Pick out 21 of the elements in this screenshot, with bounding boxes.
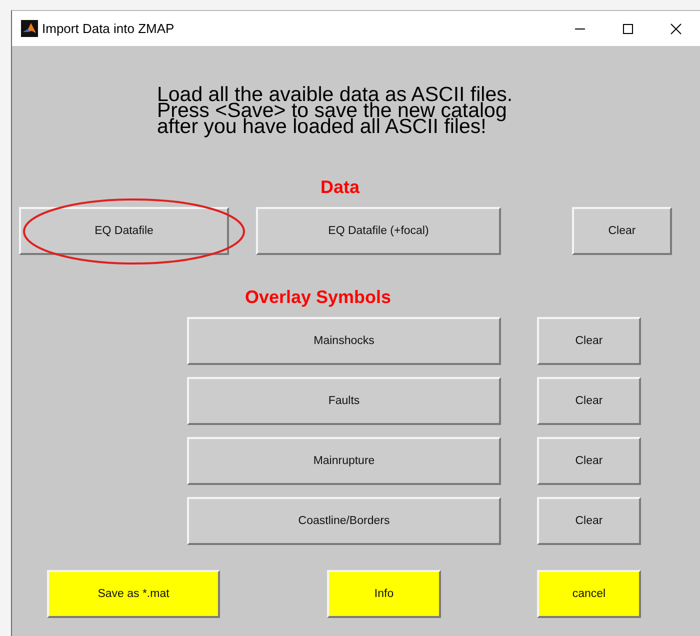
section-heading: Data xyxy=(319,177,361,198)
clear-button[interactable]: Clear xyxy=(572,207,672,255)
overlay-load-button[interactable]: Mainshocks xyxy=(187,317,501,365)
clear-button[interactable]: Clear xyxy=(537,317,641,365)
info-button[interactable]: Info xyxy=(327,570,441,618)
clear-button[interactable]: Clear xyxy=(537,377,641,425)
cancel-button[interactable]: cancel xyxy=(537,570,641,618)
instructions-text: Load all the avaible data as ASCII files. Press <Save> to save the new catalog after you have loaded all ASCII files! xyxy=(157,87,514,135)
load-file-button[interactable]: EQ Datafile (+focal) xyxy=(256,207,501,255)
window-title: Import Data into ZMAP xyxy=(42,21,176,36)
section-heading: Overlay Symbols xyxy=(244,287,392,308)
app-logo-icon xyxy=(21,20,38,37)
overlay-load-button[interactable]: Mainrupture xyxy=(187,437,501,485)
maximize-icon xyxy=(622,22,634,34)
load-file-button[interactable]: EQ Datafile xyxy=(19,207,229,255)
clear-button[interactable]: Clear xyxy=(537,497,641,545)
close-icon xyxy=(670,22,682,34)
overlay-load-button[interactable]: Coastline/Borders xyxy=(187,497,501,545)
overlay-load-button[interactable]: Faults xyxy=(187,377,501,425)
save-button[interactable]: Save as *.mat xyxy=(47,570,220,618)
clear-button[interactable]: Clear xyxy=(537,437,641,485)
